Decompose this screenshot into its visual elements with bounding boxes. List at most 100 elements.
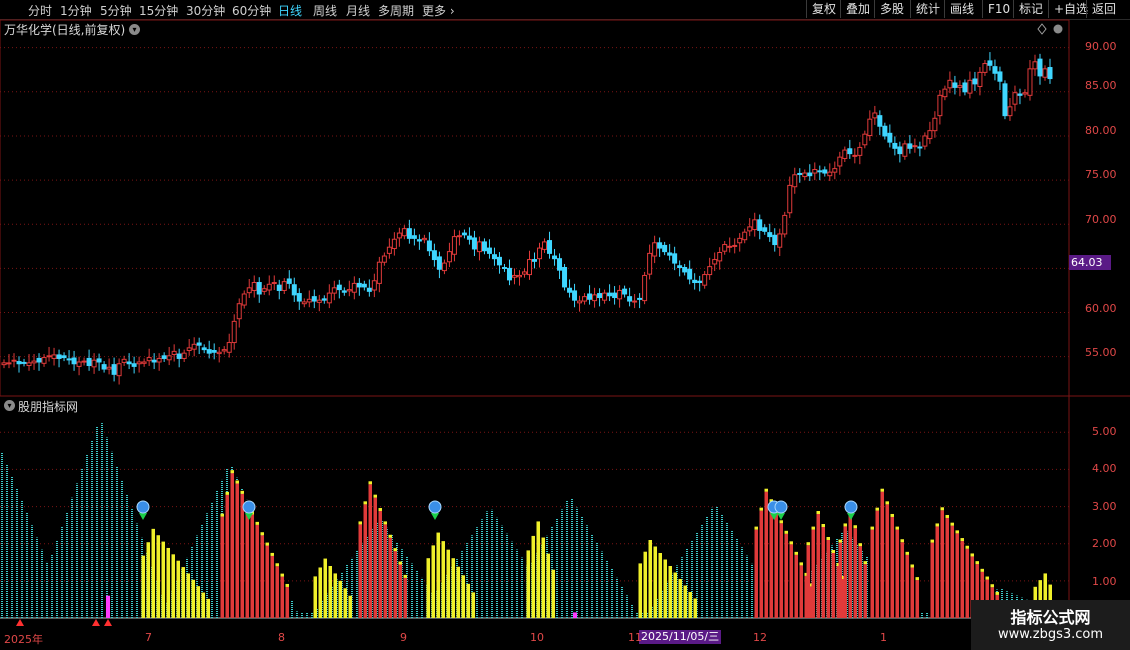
indicator-bar-yellow bbox=[541, 537, 545, 618]
candle bbox=[336, 279, 342, 299]
candle bbox=[882, 122, 888, 140]
candle bbox=[862, 130, 868, 149]
indicator-bar-red bbox=[799, 565, 803, 618]
candle bbox=[501, 263, 507, 272]
candle bbox=[411, 228, 417, 246]
candle bbox=[727, 237, 733, 253]
indicator-bar-red bbox=[398, 564, 402, 618]
indicator-bar-yellow bbox=[196, 586, 200, 618]
indicator-bar-yellow bbox=[338, 580, 342, 618]
indicator-bar-cap bbox=[930, 539, 934, 543]
indicator-bar-cap bbox=[965, 545, 969, 549]
chart-canvas[interactable] bbox=[0, 0, 1130, 650]
indicator-bar-yellow bbox=[638, 563, 642, 618]
candle bbox=[191, 337, 197, 357]
candle bbox=[957, 80, 963, 97]
indicator-bar-red bbox=[821, 527, 825, 618]
candle bbox=[937, 90, 943, 125]
candle bbox=[116, 358, 122, 385]
indicator-bar-red bbox=[858, 546, 862, 618]
candle bbox=[46, 346, 52, 362]
candle bbox=[877, 110, 883, 136]
candle bbox=[897, 141, 903, 163]
candle bbox=[521, 268, 527, 278]
indicator-bar-red bbox=[863, 564, 867, 618]
candle bbox=[241, 290, 247, 309]
indicator-bar-red bbox=[358, 524, 362, 618]
candle bbox=[552, 248, 558, 266]
price-tick-label: 75.00 bbox=[1085, 168, 1117, 181]
candle bbox=[642, 271, 648, 305]
candle bbox=[737, 233, 743, 252]
indicator-bar-yellow bbox=[663, 559, 667, 618]
candle bbox=[171, 344, 177, 362]
candle bbox=[977, 67, 983, 96]
indicator-bar-red bbox=[853, 528, 857, 618]
candle bbox=[557, 253, 563, 279]
date-tick-label: 10 bbox=[530, 631, 544, 644]
indicator-bar-red bbox=[265, 545, 269, 618]
indicator-bar-yellow bbox=[166, 547, 170, 618]
indicator-bar-red bbox=[754, 529, 758, 618]
candle bbox=[356, 278, 362, 296]
indicator-bar-red bbox=[950, 525, 954, 618]
indicator-bar-red bbox=[905, 554, 909, 618]
indicator-bar-red bbox=[910, 567, 914, 618]
indicator-bar-yellow bbox=[471, 592, 475, 618]
indicator-bar-red bbox=[363, 504, 367, 618]
candle bbox=[912, 138, 918, 153]
indicator-tick-label: 5.00 bbox=[1092, 425, 1117, 438]
date-tick-label: 7 bbox=[145, 631, 152, 644]
candle bbox=[101, 361, 107, 373]
indicator-bar-red bbox=[764, 491, 768, 618]
candle bbox=[782, 211, 788, 238]
candle bbox=[747, 218, 753, 237]
indicator-bar-cap bbox=[260, 532, 264, 536]
candle bbox=[607, 284, 613, 302]
indicator-bar-cap bbox=[940, 507, 944, 511]
diamond-icon bbox=[1037, 23, 1047, 35]
candle bbox=[236, 298, 242, 328]
candle bbox=[481, 238, 487, 255]
candle bbox=[982, 60, 988, 76]
indicator-bar-cap bbox=[811, 526, 815, 530]
candle bbox=[451, 229, 457, 262]
indicator-bar-yellow bbox=[176, 560, 180, 618]
indicator-bar-red bbox=[826, 540, 830, 618]
indicator-bar-cap bbox=[843, 523, 847, 527]
indicator-tick-label: 4.00 bbox=[1092, 462, 1117, 475]
indicator-bar-red bbox=[255, 524, 259, 618]
candle bbox=[66, 350, 72, 365]
candle bbox=[201, 344, 207, 354]
candle bbox=[677, 260, 683, 277]
indicator-bar-cap bbox=[368, 481, 372, 485]
indicator-bar-red bbox=[230, 473, 234, 618]
candle bbox=[326, 284, 332, 309]
candle bbox=[371, 273, 377, 298]
indicator-bar-cap bbox=[905, 551, 909, 555]
indicator-bar-red bbox=[280, 576, 284, 618]
indicator-bar-red bbox=[240, 493, 244, 618]
watermark: 指标公式网 www.zbgs3.com bbox=[971, 600, 1130, 650]
indicator-bar-cap bbox=[816, 511, 820, 514]
indicator-bar-red bbox=[895, 529, 899, 618]
candle bbox=[316, 294, 322, 312]
indicator-bar-yellow bbox=[431, 545, 435, 618]
buy-signal-icon bbox=[428, 500, 442, 520]
indicator-bar-red bbox=[880, 491, 884, 618]
date-tick-label: 9 bbox=[400, 631, 407, 644]
candle bbox=[36, 353, 42, 371]
indicator-bar-red bbox=[250, 514, 254, 618]
indicator-bar-yellow bbox=[191, 579, 195, 618]
indicator-bar-red bbox=[373, 497, 377, 618]
candle bbox=[772, 228, 778, 252]
candle bbox=[927, 121, 933, 144]
indicator-tick-label: 1.00 bbox=[1092, 575, 1117, 588]
indicator-bar-cap bbox=[285, 583, 289, 587]
indicator-bar-yellow bbox=[466, 583, 470, 618]
indicator-bar-yellow bbox=[668, 566, 672, 618]
price-tick-label: 60.00 bbox=[1085, 302, 1117, 315]
indicator-bar-red bbox=[831, 553, 835, 618]
indicator-bar-yellow bbox=[461, 575, 465, 618]
candle bbox=[542, 238, 548, 253]
